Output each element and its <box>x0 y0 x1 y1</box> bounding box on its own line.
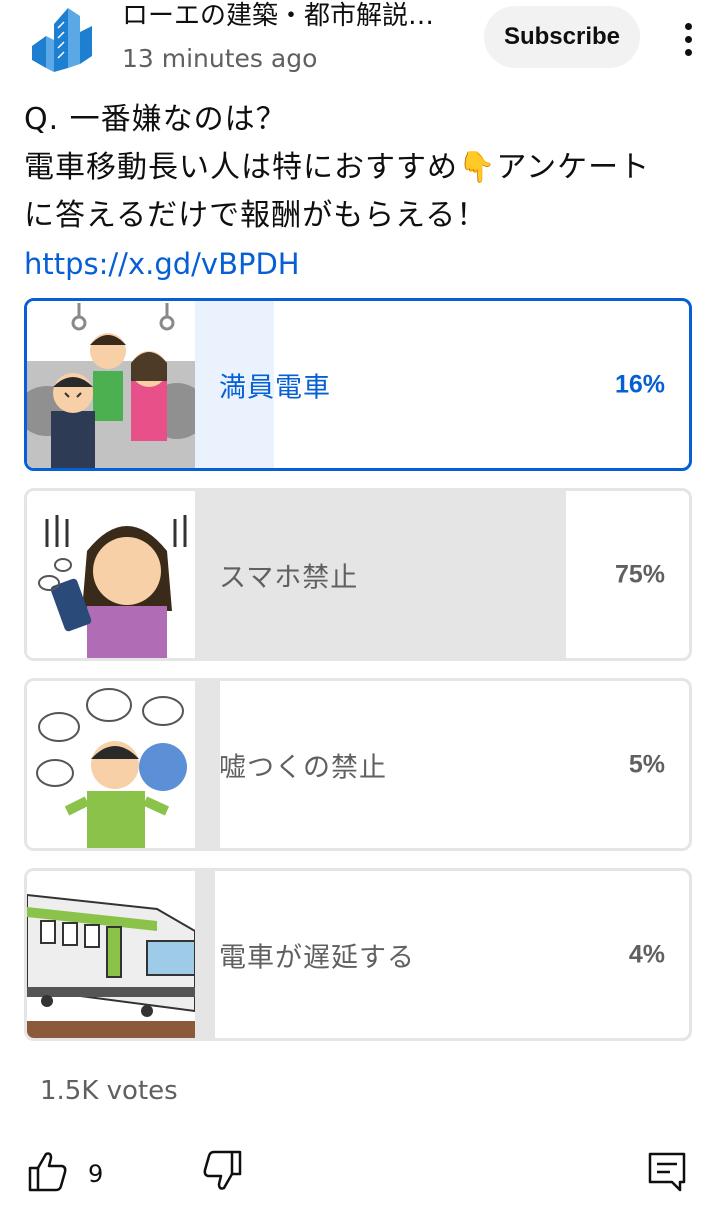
like-count: 9 <box>88 1160 104 1188</box>
post-body: Q. 一番嫌なのは？ 電車移動長い人は特におすすめ👇アンケート に答えるだけで報… <box>24 96 704 289</box>
buildings-logo-icon <box>24 2 98 76</box>
vote-count: 1.5K votes <box>40 1076 178 1106</box>
post-line: に答えるだけで報酬がもらえる！ <box>24 198 488 233</box>
poll-option-fill <box>195 871 215 1038</box>
lying-illustration <box>27 681 195 848</box>
poll-option-percent: 4% <box>628 940 665 968</box>
poll-option-label: 満員電車 <box>219 372 331 403</box>
comment-icon[interactable] <box>644 1148 690 1194</box>
more-options-icon[interactable] <box>668 14 708 64</box>
poll-option[interactable]: 嘘つくの禁止 5% <box>24 678 692 851</box>
post-timestamp: 13 minutes ago <box>122 44 318 73</box>
subscribe-button[interactable]: Subscribe <box>484 6 640 68</box>
crowded-train-illustration <box>27 301 195 468</box>
poll-option-percent: 75% <box>614 560 665 588</box>
train-illustration <box>27 871 195 1038</box>
phone-ban-illustration <box>27 491 195 658</box>
post-link[interactable]: https://x.gd/vBPDH <box>24 247 300 281</box>
channel-avatar[interactable] <box>24 2 98 76</box>
poll-option[interactable]: スマホ禁止 75% <box>24 488 692 661</box>
poll-option[interactable]: 電車が遅延する 4% <box>24 868 692 1041</box>
community-post: ローエの建築・都市解説… 13 minutes ago Subscribe Q.… <box>0 0 720 1205</box>
poll-option-percent: 5% <box>628 750 665 778</box>
action-bar: 9 <box>0 1140 720 1205</box>
poll-option-fill <box>195 681 220 848</box>
poll-option-percent: 16% <box>614 370 665 398</box>
post-line: 電車移動長い人は特におすすめ👇アンケート <box>24 150 651 185</box>
post-header: ローエの建築・都市解説… 13 minutes ago Subscribe <box>0 0 720 90</box>
channel-name[interactable]: ローエの建築・都市解説… <box>122 0 462 32</box>
poll-option[interactable]: 満員電車 16% <box>24 298 692 471</box>
poll-option-label: スマホ禁止 <box>219 562 359 593</box>
poll-option-label: 電車が遅延する <box>219 942 415 973</box>
thumbs-up-icon[interactable] <box>24 1148 70 1194</box>
post-line: Q. 一番嫌なのは？ <box>24 102 287 137</box>
thumbs-down-icon[interactable] <box>200 1148 246 1194</box>
poll-option-label: 嘘つくの禁止 <box>219 752 387 783</box>
